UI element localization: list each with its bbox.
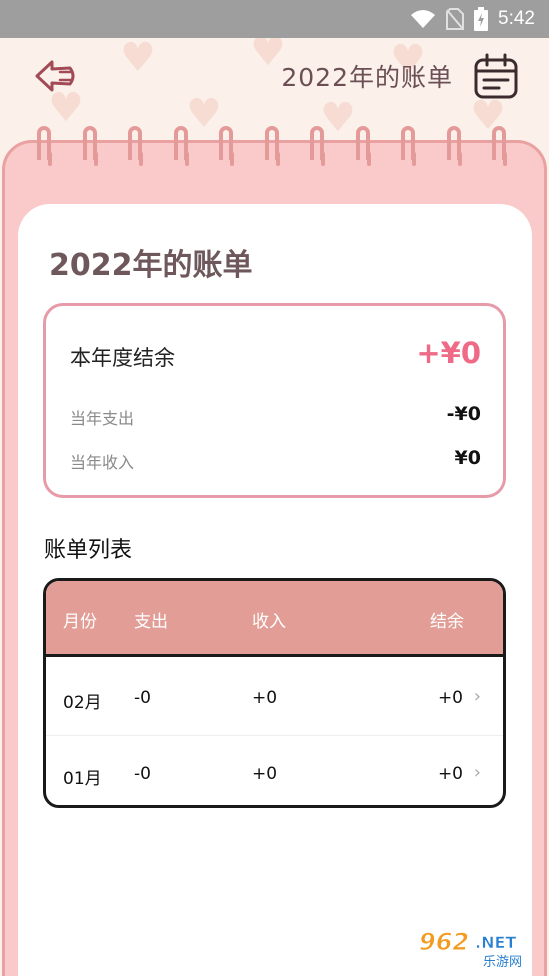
year-summary-card: 本年度结余 +¥0 当年支出 -¥0 当年收入 ¥0	[43, 303, 506, 498]
header-expense: 支出	[134, 612, 168, 632]
ring-icon	[401, 126, 416, 166]
ring-icon	[174, 126, 189, 166]
row-expense: -0	[134, 764, 151, 784]
ring-icon	[492, 126, 507, 166]
calendar-icon	[474, 53, 518, 99]
row-balance: +0	[437, 764, 463, 784]
row-income: +0	[252, 764, 278, 784]
ring-icon	[310, 126, 325, 166]
ring-icon	[37, 126, 52, 166]
back-button[interactable]	[34, 56, 78, 96]
chevron-right-icon: ›	[473, 762, 481, 783]
balance-label: 本年度结余	[70, 346, 175, 370]
ring-icon	[447, 126, 462, 166]
svg-text:.NET: .NET	[475, 933, 516, 952]
svg-text:962: 962	[419, 928, 469, 956]
expense-label: 当年支出	[70, 409, 135, 428]
status-bar: 5:42	[0, 0, 549, 38]
status-icons: 5:42	[410, 0, 535, 38]
ring-icon	[356, 126, 371, 166]
bill-table: 月份 支出 收入 结余 02月 -0 +0 +0 › 01月 -0 +0 +0 …	[43, 578, 506, 808]
ring-icon	[128, 126, 143, 166]
battery-icon	[474, 7, 489, 31]
row-expense: -0	[134, 688, 151, 708]
row-month: 02月	[63, 693, 102, 713]
table-row[interactable]: 01月 -0 +0 +0 ›	[46, 736, 503, 805]
ring-icon	[265, 126, 280, 166]
income-value: ¥0	[454, 447, 481, 469]
card-title: 2022年的账单	[49, 248, 253, 283]
row-month: 01月	[63, 769, 102, 789]
table-header: 月份 支出 收入 结余	[46, 581, 503, 657]
no-sim-icon	[446, 8, 465, 30]
notebook-rings	[0, 126, 549, 166]
calendar-button[interactable]	[473, 52, 519, 100]
row-balance: +0	[437, 688, 463, 708]
header-month: 月份	[63, 612, 97, 632]
header-balance: 结余	[430, 612, 464, 632]
page-title: 2022年的账单	[281, 63, 453, 92]
table-row[interactable]: 02月 -0 +0 +0 ›	[46, 660, 503, 736]
row-income: +0	[252, 688, 278, 708]
back-arrow-icon	[35, 60, 75, 92]
income-label: 当年收入	[70, 453, 135, 472]
chevron-right-icon: ›	[473, 686, 481, 707]
status-time: 5:42	[498, 8, 535, 29]
balance-value: +¥0	[416, 336, 481, 370]
header-income: 收入	[252, 612, 286, 632]
wifi-icon	[411, 10, 436, 28]
expense-value: -¥0	[446, 403, 481, 425]
svg-text:乐游网: 乐游网	[483, 955, 522, 968]
ring-icon	[83, 126, 98, 166]
site-watermark-logo: 962 .NET 乐游网	[413, 926, 539, 971]
ring-icon	[219, 126, 234, 166]
heart-decoration-icon: ♥	[120, 38, 156, 81]
bill-list-title: 账单列表	[44, 538, 133, 563]
